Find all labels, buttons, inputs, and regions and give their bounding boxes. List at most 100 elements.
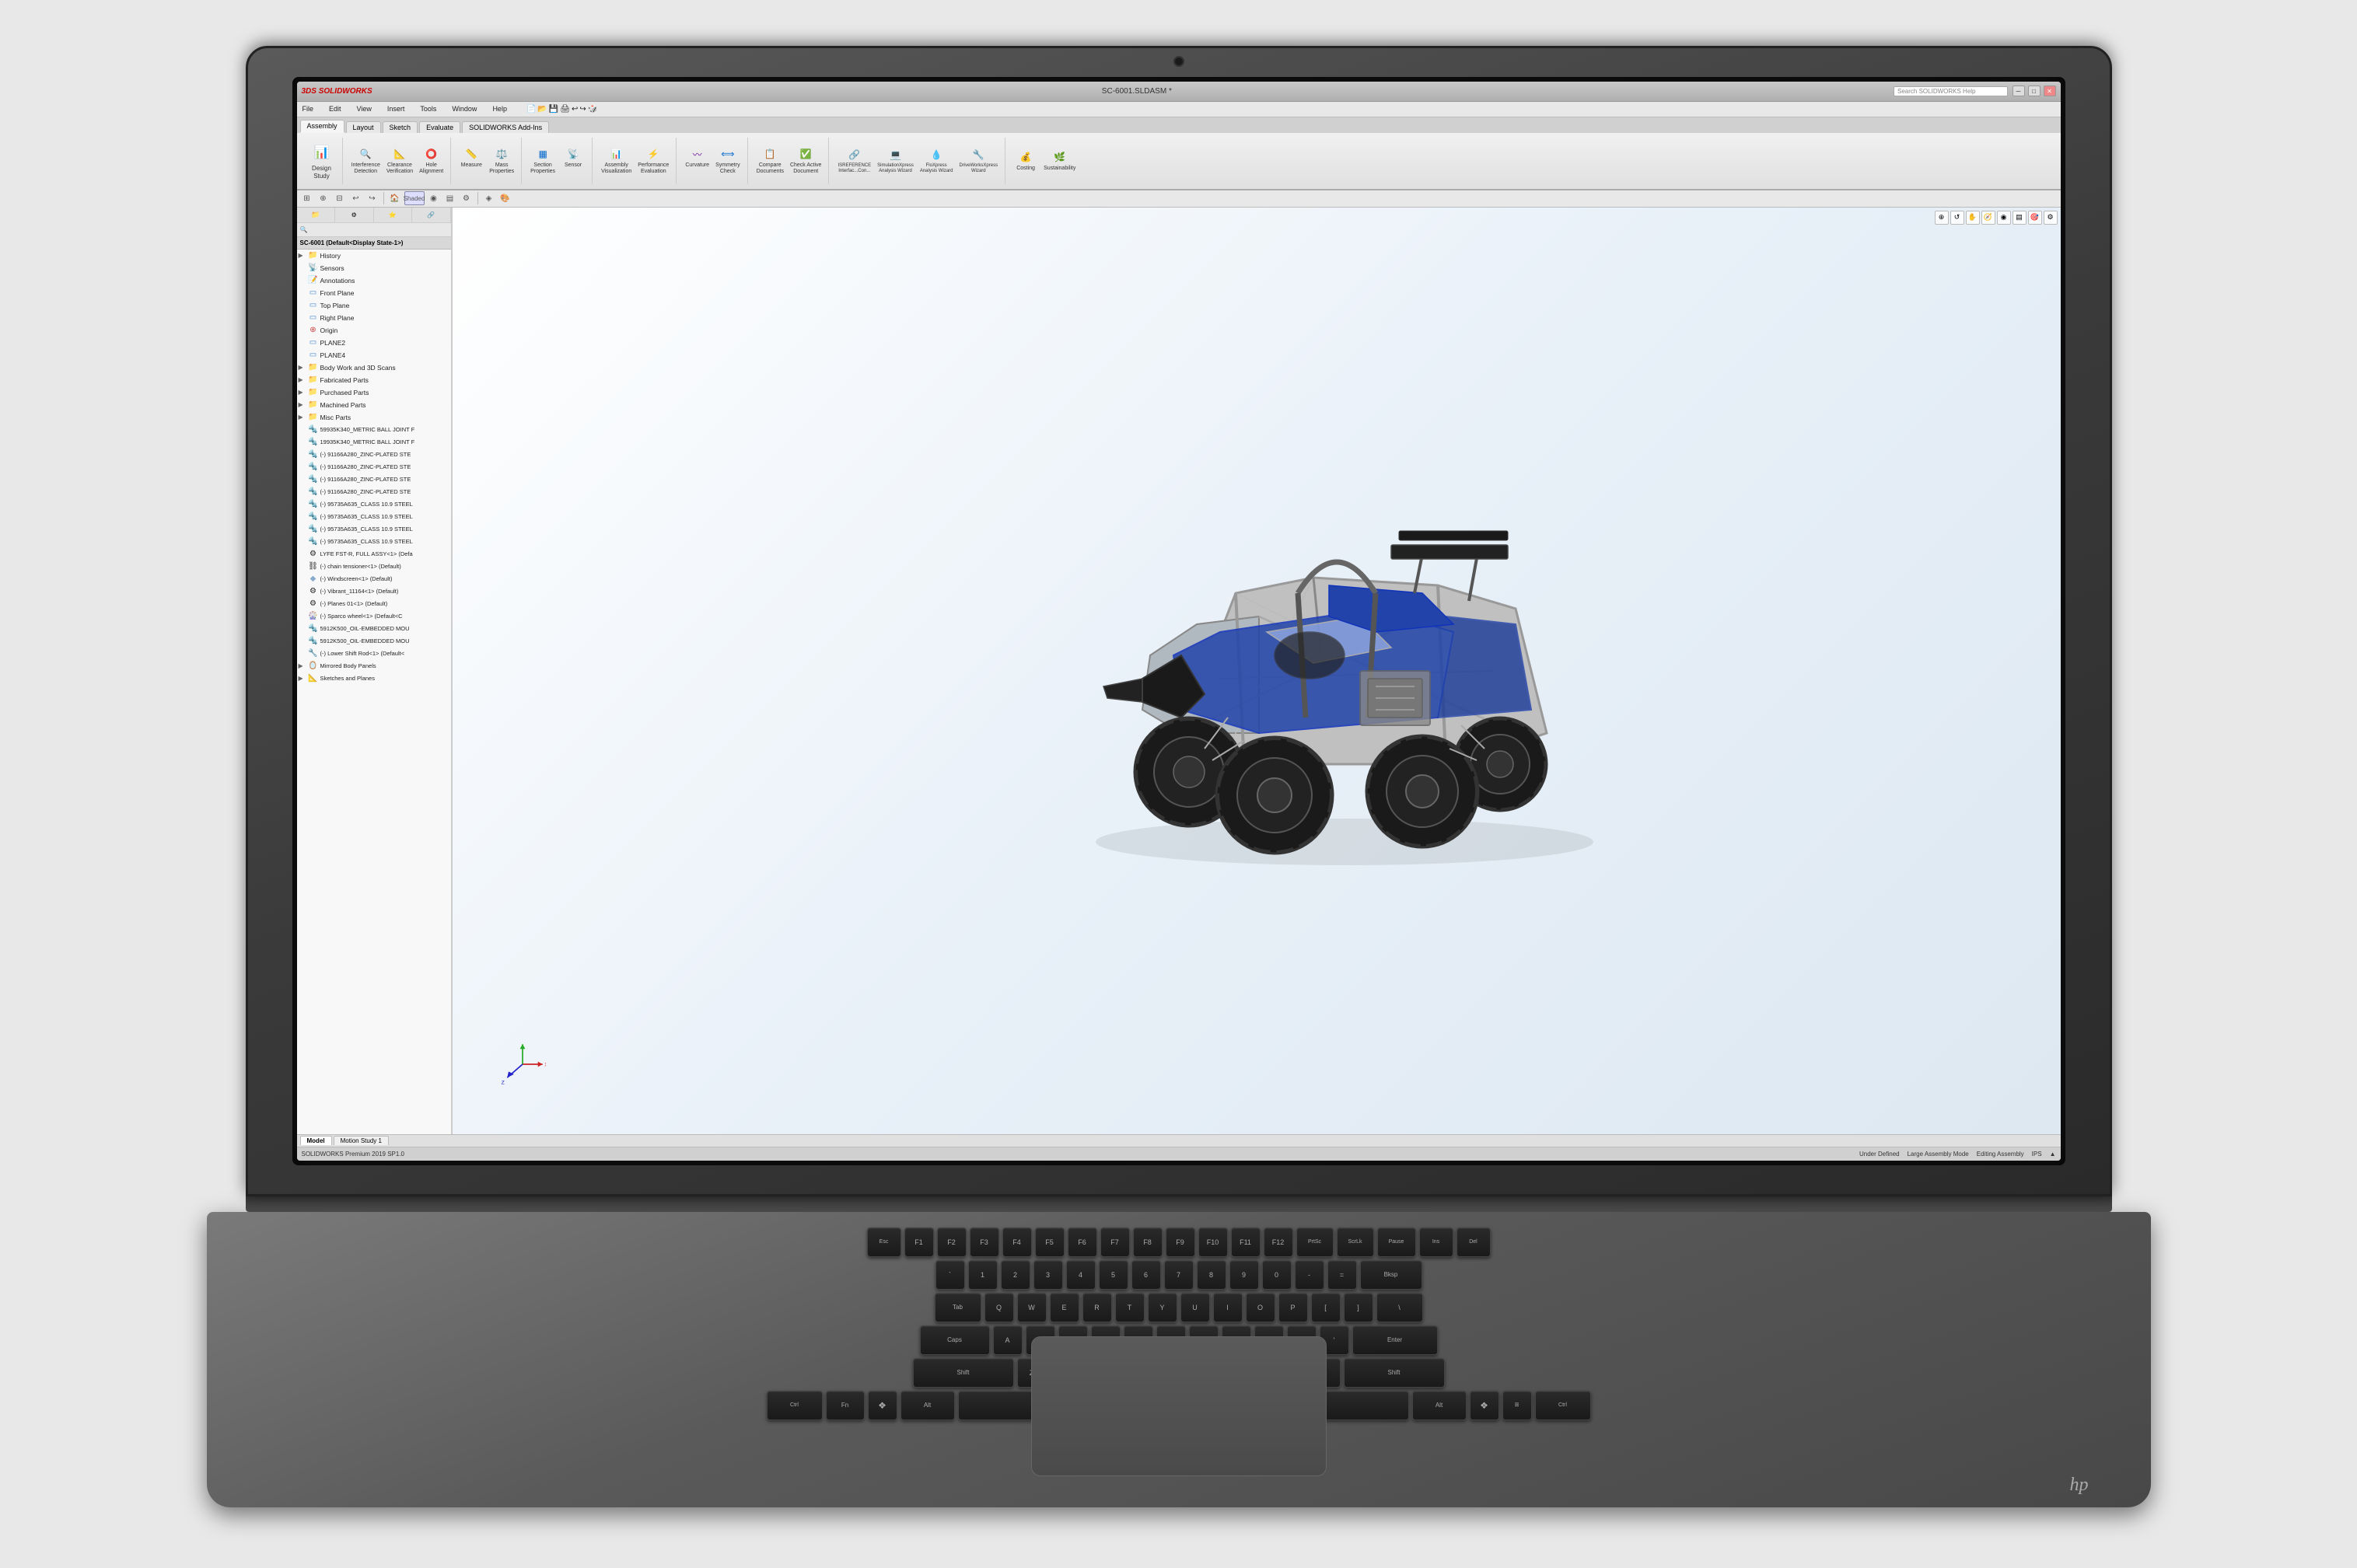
key-shift-left[interactable]: Shift	[913, 1358, 1014, 1388]
tree-item-steel3[interactable]: 🔩 (-) 95735A635_CLASS 10.9 STEEL	[297, 523, 451, 536]
simulationxpress-button[interactable]: 💻 SimulationXpressAnalysis Wizard	[875, 145, 916, 175]
tree-item-zinc2[interactable]: 🔩 (-) 91166A280_ZINC-PLATED STE	[297, 461, 451, 473]
measure-button[interactable]: 📏 Measure	[457, 145, 485, 176]
assembly-viz-button[interactable]: 📊 AssemblyVisualization	[599, 145, 634, 176]
menu-edit[interactable]: Edit	[327, 103, 344, 114]
key-shift-right[interactable]: Shift	[1344, 1358, 1445, 1388]
key-f9[interactable]: F9	[1166, 1228, 1195, 1257]
view-zoom-button[interactable]: ⊕	[1935, 211, 1949, 225]
view-rotate-button[interactable]: ↺	[1950, 211, 1964, 225]
panel-tab-favorites[interactable]: ⭐	[374, 208, 413, 222]
tree-item-vibrant[interactable]: ⚙ (-) Vibrant_11164<1> (Default)	[297, 585, 451, 598]
tree-item-history[interactable]: ▶ 📁 History	[297, 250, 451, 262]
key-f7[interactable]: F7	[1100, 1228, 1130, 1257]
section-view-button[interactable]: ▤	[443, 191, 457, 205]
compare-docs-button[interactable]: 📋 CompareDocuments	[754, 145, 786, 176]
key-enter[interactable]: Enter	[1352, 1325, 1438, 1355]
key-scrlk[interactable]: ScrLk	[1337, 1228, 1374, 1257]
key-u[interactable]: U	[1180, 1293, 1210, 1322]
key-caps[interactable]: Caps	[920, 1325, 990, 1355]
motion-study-tab[interactable]: Motion Study 1	[334, 1136, 389, 1145]
tree-item-annotations[interactable]: 📝 Annotations	[297, 274, 451, 287]
key-alt-right[interactable]: Alt	[1412, 1391, 1467, 1420]
key-f3[interactable]: F3	[970, 1228, 999, 1257]
print-icon[interactable]: 🖨	[560, 105, 570, 113]
tree-item-mirrored[interactable]: ▶ 🪞 Mirrored Body Panels	[297, 660, 451, 672]
key-p[interactable]: P	[1278, 1293, 1308, 1322]
key-equals[interactable]: =	[1327, 1260, 1357, 1290]
tree-item-bodywork[interactable]: ▶ 📁 Body Work and 3D Scans	[297, 361, 451, 374]
key-esc[interactable]: Esc	[867, 1228, 901, 1257]
key-t[interactable]: T	[1115, 1293, 1145, 1322]
key-f10[interactable]: F10	[1198, 1228, 1228, 1257]
tree-item-sparco[interactable]: 🎡 (-) Sparco wheel<1> (Default<C	[297, 610, 451, 623]
open-doc-icon[interactable]: 📂	[537, 105, 547, 113]
menu-tools[interactable]: Tools	[418, 103, 439, 114]
tree-item-lowershift[interactable]: 🔧 (-) Lower Shift Rod<1> (Default<	[297, 648, 451, 660]
restore-button[interactable]: □	[2028, 86, 2041, 96]
tree-item-machined[interactable]: ▶ 📁 Machined Parts	[297, 399, 451, 411]
key-3[interactable]: 3	[1033, 1260, 1063, 1290]
panel-tab-mates[interactable]: 🔗	[412, 208, 451, 222]
view-selector-button[interactable]: 🏠	[388, 191, 402, 205]
curvature-button[interactable]: 〰 Curvature	[683, 145, 712, 176]
key-1[interactable]: 1	[968, 1260, 998, 1290]
tree-item-oil2[interactable]: 🔩 5912K500_OIL-EMBEDDED MOU	[297, 635, 451, 648]
key-9[interactable]: 9	[1229, 1260, 1259, 1290]
tree-item-fabricated[interactable]: ▶ 📁 Fabricated Parts	[297, 374, 451, 386]
section-button[interactable]: ▦ SectionProperties	[528, 145, 558, 176]
tree-item-planes01[interactable]: ⚙ (-) Planes 01<1> (Default)	[297, 598, 451, 610]
3d-view-icon[interactable]: 🎲	[588, 105, 597, 113]
tree-item-plane2[interactable]: ▭ PLANE2	[297, 337, 451, 349]
key-del[interactable]: Del	[1457, 1228, 1491, 1257]
key-i[interactable]: I	[1213, 1293, 1243, 1322]
tree-item-zinc1[interactable]: 🔩 (-) 91166A280_ZINC-PLATED STE	[297, 449, 451, 461]
interference-detection-button[interactable]: 🔍 InterferenceDetection	[349, 145, 383, 176]
key-f5[interactable]: F5	[1035, 1228, 1065, 1257]
undo-icon[interactable]: ↩	[572, 105, 578, 113]
tree-item-steel2[interactable]: 🔩 (-) 95735A635_CLASS 10.9 STEEL	[297, 511, 451, 523]
hide-show-button[interactable]: ◈	[482, 191, 496, 205]
key-minus[interactable]: -	[1295, 1260, 1324, 1290]
view-pan-button[interactable]: ✋	[1966, 211, 1980, 225]
key-r[interactable]: R	[1082, 1293, 1112, 1322]
key-o[interactable]: O	[1246, 1293, 1275, 1322]
key-e[interactable]: E	[1050, 1293, 1079, 1322]
menu-insert[interactable]: Insert	[385, 103, 407, 114]
new-doc-icon[interactable]: 📄	[526, 105, 536, 113]
performance-eval-button[interactable]: ⚡ PerformanceEvaluation	[635, 145, 671, 176]
view-triad-button[interactable]: 🎯	[2028, 211, 2042, 225]
rotate-button[interactable]: ↩	[349, 191, 363, 205]
menu-file[interactable]: File	[300, 103, 316, 114]
menu-view[interactable]: View	[355, 103, 374, 114]
key-backslash[interactable]: \	[1376, 1293, 1423, 1322]
touchpad[interactable]	[1031, 1336, 1327, 1476]
zoom-to-fit-button[interactable]: ⊞	[300, 191, 314, 205]
tab-evaluate[interactable]: Evaluate	[419, 121, 460, 133]
tree-item-oil1[interactable]: 🔩 5912K500_OIL-EMBEDDED MOU	[297, 623, 451, 635]
key-rbracket[interactable]: ]	[1344, 1293, 1373, 1322]
key-2[interactable]: 2	[1001, 1260, 1030, 1290]
hole-alignment-button[interactable]: ⭕ HoleAlignment	[417, 145, 446, 176]
key-6[interactable]: 6	[1131, 1260, 1161, 1290]
clearance-verification-button[interactable]: 📐 ClearanceVerification	[384, 145, 415, 176]
key-y[interactable]: Y	[1148, 1293, 1177, 1322]
tree-item-misc[interactable]: ▶ 📁 Misc Parts	[297, 411, 451, 424]
key-ctrl-left[interactable]: Ctrl	[767, 1391, 823, 1420]
key-lbracket[interactable]: [	[1311, 1293, 1341, 1322]
key-backtick[interactable]: `	[935, 1260, 965, 1290]
isreference-button[interactable]: 🔗 ISREFERENCEInterfac...Con...	[835, 145, 873, 175]
tab-sketch[interactable]: Sketch	[383, 121, 418, 133]
key-fn[interactable]: Fn	[826, 1391, 865, 1420]
model-tab[interactable]: Model	[300, 1136, 332, 1145]
symmetry-button[interactable]: ⟺ SymmetryCheck	[713, 145, 743, 176]
tab-assembly[interactable]: Assembly	[300, 120, 344, 133]
wireframe-button[interactable]: ◉	[427, 191, 441, 205]
key-ctrl-right[interactable]: Ctrl	[1535, 1391, 1591, 1420]
floworks-button[interactable]: 💧 FloXpressAnalysis Wizard	[918, 145, 956, 175]
appearance-button[interactable]: 🎨	[498, 191, 512, 205]
tree-item-steel4[interactable]: 🔩 (-) 95735A635_CLASS 10.9 STEEL	[297, 536, 451, 548]
driveworks-button[interactable]: 🔧 DriveWorksXpressWizard	[957, 145, 1001, 175]
panel-tab-properties[interactable]: ⚙	[335, 208, 374, 222]
key-pause[interactable]: Pause	[1377, 1228, 1416, 1257]
